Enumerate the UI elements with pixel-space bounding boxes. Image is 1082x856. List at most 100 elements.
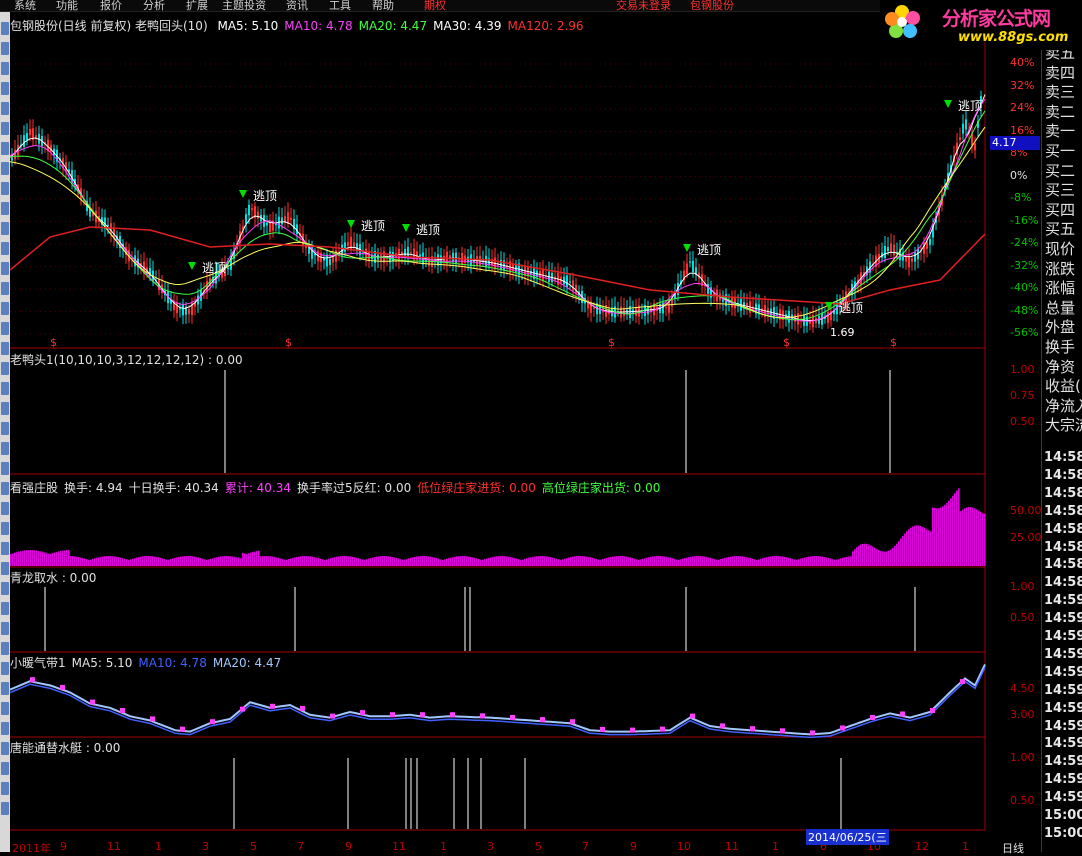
toolbar-tool-icon[interactable] bbox=[1, 722, 9, 735]
turnover-bar bbox=[350, 556, 352, 566]
toolbar-tool-icon[interactable] bbox=[1, 142, 9, 155]
menu-item-3[interactable]: 分析 bbox=[143, 0, 165, 11]
menu-stock-name[interactable]: 包钢股份 bbox=[690, 0, 734, 11]
turnover-bar bbox=[938, 508, 940, 566]
turnover-bar bbox=[610, 556, 612, 566]
turnover-bar bbox=[490, 557, 492, 566]
toolbar-tool-icon[interactable] bbox=[1, 102, 9, 115]
turnover-bar bbox=[824, 556, 826, 566]
quote-row-label[interactable]: 净流入 bbox=[1045, 395, 1082, 416]
toolbar-tool-icon[interactable] bbox=[1, 342, 9, 355]
menu-item-4[interactable]: 扩展 bbox=[186, 0, 208, 11]
turnover-bar bbox=[722, 558, 724, 566]
toolbar-tool-icon[interactable] bbox=[1, 562, 9, 575]
kline-chart[interactable]: 逃顶逃顶逃顶 逃顶逃顶逃顶逃顶1.69$ $ $ $ $ bbox=[10, 12, 1040, 852]
toolbar-tool-icon[interactable] bbox=[1, 682, 9, 695]
turnover-bar bbox=[792, 558, 794, 566]
menu-item-5[interactable]: 主题投资 bbox=[222, 0, 266, 11]
menu-item-1[interactable]: 功能 bbox=[56, 0, 78, 11]
menu-item-0[interactable]: 系统 bbox=[14, 0, 36, 11]
turnover-bar bbox=[512, 557, 514, 566]
turnover-bar bbox=[656, 556, 658, 566]
quote-row-label[interactable]: 买三 bbox=[1045, 179, 1075, 200]
toolbar-tool-icon[interactable] bbox=[1, 242, 9, 255]
toolbar-tool-icon[interactable] bbox=[1, 122, 9, 135]
turnover-bar bbox=[412, 557, 414, 566]
candle-body bbox=[572, 280, 574, 292]
login-status[interactable]: 交易未登录 bbox=[616, 0, 671, 11]
quote-row-label[interactable]: 换手 bbox=[1045, 336, 1075, 357]
toolbar-tool-icon[interactable] bbox=[1, 582, 9, 595]
toolbar-tool-icon[interactable] bbox=[1, 382, 9, 395]
toolbar-tool-icon[interactable] bbox=[1, 282, 9, 295]
quote-row-label[interactable]: 买五 bbox=[1045, 218, 1075, 239]
toolbar-tool-icon[interactable] bbox=[1, 602, 9, 615]
quote-row-label[interactable]: 现价 bbox=[1045, 238, 1075, 259]
turnover-bar bbox=[348, 556, 350, 566]
toolbar-tool-icon[interactable] bbox=[1, 22, 9, 35]
toolbar-tool-icon[interactable] bbox=[1, 222, 9, 235]
nuanqi-label-3: MA20: 4.47 bbox=[212, 656, 282, 670]
toolbar-tool-icon[interactable] bbox=[1, 462, 9, 475]
turnover-bar bbox=[690, 556, 692, 566]
turnover-bar bbox=[72, 556, 74, 566]
toolbar-tool-icon[interactable] bbox=[1, 482, 9, 495]
toolbar-tool-icon[interactable] bbox=[1, 642, 9, 655]
chart-area: 逃顶 逃顶 逃顶 逃顶 逃顶 逃顶 逃顶 1.69 $ $ $ $ $ 包钢股份(日线 前复权) 老鸭回… bbox=[10, 12, 1042, 855]
candle-body bbox=[686, 263, 688, 275]
period-label[interactable]: 日线 bbox=[1002, 840, 1024, 856]
toolbar-tool-icon[interactable] bbox=[1, 82, 9, 95]
toolbar-tool-icon[interactable] bbox=[1, 202, 9, 215]
toolbar-tool-icon[interactable] bbox=[1, 782, 9, 795]
menu-item-2[interactable]: 报价 bbox=[100, 0, 122, 11]
quote-row-label[interactable]: 卖四 bbox=[1045, 62, 1075, 83]
toolbar-tool-icon[interactable] bbox=[1, 522, 9, 535]
toolbar-tool-icon[interactable] bbox=[1, 762, 9, 775]
menu-item-7[interactable]: 工具 bbox=[329, 0, 351, 11]
toolbar-tool-icon[interactable] bbox=[1, 702, 9, 715]
turnover-bar bbox=[314, 557, 316, 566]
quote-row-label[interactable]: 外盘 bbox=[1045, 316, 1075, 337]
turnover-bar bbox=[554, 558, 556, 566]
toolbar-tool-icon[interactable] bbox=[1, 262, 9, 275]
quote-row-label[interactable]: 买四 bbox=[1045, 199, 1075, 220]
turnover-bar bbox=[748, 557, 750, 566]
turnover-bar bbox=[622, 556, 624, 566]
quote-row-label[interactable]: 卖三 bbox=[1045, 81, 1075, 102]
quote-row-label[interactable]: 买一 bbox=[1045, 140, 1075, 161]
quote-row-label[interactable]: 总量 bbox=[1045, 297, 1075, 318]
turnover-bar bbox=[124, 558, 126, 566]
toolbar-tool-icon[interactable] bbox=[1, 62, 9, 75]
toolbar-tool-icon[interactable] bbox=[1, 162, 9, 175]
toolbar-tool-icon[interactable] bbox=[1, 502, 9, 515]
quote-row-label[interactable]: 卖一 bbox=[1045, 120, 1075, 141]
menu-item-8[interactable]: 帮助 bbox=[372, 0, 394, 11]
ma-label-3: MA30: 4.39 bbox=[433, 19, 502, 33]
toolbar-tool-icon[interactable] bbox=[1, 662, 9, 675]
turnover-bar bbox=[170, 559, 172, 566]
toolbar-tool-icon[interactable] bbox=[1, 182, 9, 195]
toolbar-tool-icon[interactable] bbox=[1, 322, 9, 335]
turnover-bar bbox=[552, 557, 554, 566]
toolbar-tool-icon[interactable] bbox=[1, 622, 9, 635]
toolbar-tool-icon[interactable] bbox=[1, 542, 9, 555]
toolbar-tool-icon[interactable] bbox=[1, 802, 9, 815]
quote-row-label[interactable]: 收益(5 bbox=[1045, 375, 1082, 396]
nuanqi-marker bbox=[900, 711, 905, 717]
quote-row-label[interactable]: 买二 bbox=[1045, 160, 1075, 181]
quote-row-label[interactable]: 涨幅 bbox=[1045, 277, 1075, 298]
nuanqi-marker bbox=[630, 727, 635, 733]
toolbar-tool-icon[interactable] bbox=[1, 742, 9, 755]
quote-row-label[interactable]: 净资 bbox=[1045, 356, 1075, 377]
quote-row-label[interactable]: 涨跌 bbox=[1045, 258, 1075, 279]
quote-row-label[interactable]: 大宗流 bbox=[1045, 414, 1082, 435]
toolbar-tool-icon[interactable] bbox=[1, 42, 9, 55]
toolbar-tool-icon[interactable] bbox=[1, 442, 9, 455]
toolbar-tool-icon[interactable] bbox=[1, 302, 9, 315]
menu-item-6[interactable]: 资讯 bbox=[286, 0, 308, 11]
toolbar-tool-icon[interactable] bbox=[1, 422, 9, 435]
toolbar-tool-icon[interactable] bbox=[1, 362, 9, 375]
quote-row-label[interactable]: 卖二 bbox=[1045, 101, 1075, 122]
menu-option[interactable]: 期权 bbox=[424, 0, 446, 11]
toolbar-tool-icon[interactable] bbox=[1, 402, 9, 415]
